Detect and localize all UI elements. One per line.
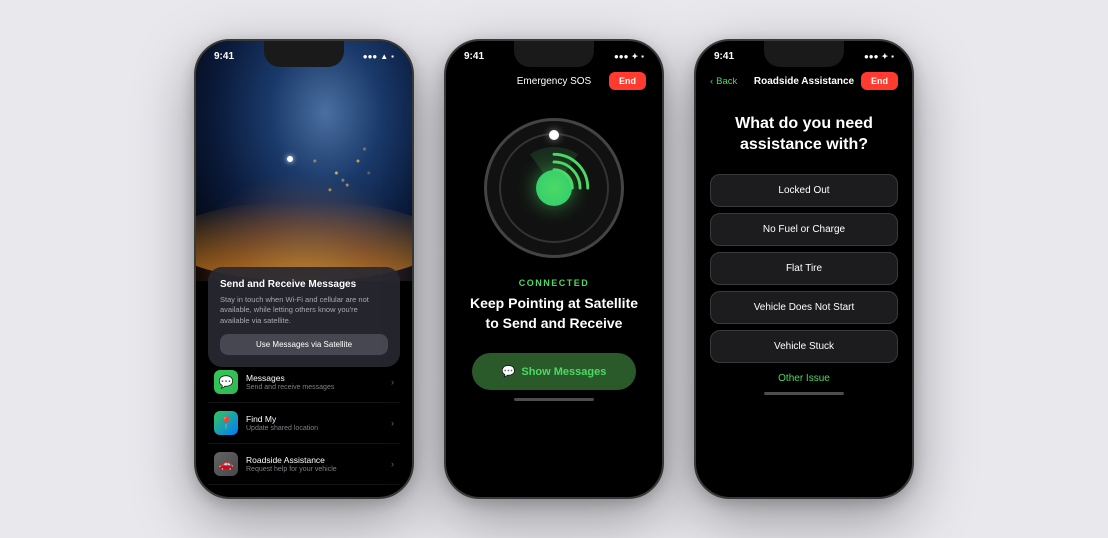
back-button[interactable]: ‹ Back [710, 76, 737, 87]
messages-app-icon: 💬 [214, 370, 238, 394]
message-bubble-icon: 💬 [502, 365, 516, 378]
other-issue-link[interactable]: Other Issue [696, 373, 912, 384]
phone-1: 9:41 ●●● ▲ ▪ Send and Receive Messages S… [194, 39, 414, 499]
list-item-findmy[interactable]: 📍 Find My Update shared location › [208, 403, 400, 444]
phone2-status-icons: ●●● ✦ ▪ [614, 52, 644, 61]
battery-icon: ▪ [891, 52, 894, 61]
phone2-header-title: Emergency SOS [517, 76, 591, 87]
phone2-status-bar: 9:41 ●●● ✦ ▪ [446, 41, 662, 66]
phone2-time: 9:41 [464, 51, 484, 62]
phone3-status-bar: 9:41 ●●● ✦ ▪ [696, 41, 912, 66]
phone3-screen: 9:41 ●●● ✦ ▪ ‹ Back Roadside Assistance … [696, 41, 912, 497]
home-indicator [514, 398, 594, 401]
wifi-icon: ▲ [380, 52, 388, 61]
chevron-right-icon: › [391, 418, 394, 428]
assistance-question: What do you need assistance with? [696, 98, 912, 174]
findmy-subtitle: Update shared location [246, 425, 391, 432]
roadside-title: Roadside Assistance [246, 455, 391, 465]
phone-2: 9:41 ●●● ✦ ▪ Emergency SOS End [444, 39, 664, 499]
chevron-left-icon: ‹ [710, 76, 713, 87]
roadside-subtitle: Request help for your vehicle [246, 466, 391, 473]
findmy-app-icon: 📍 [214, 411, 238, 435]
phone1-app-list: 💬 Messages Send and receive messages › 📍… [208, 362, 400, 485]
phone3-header: ‹ Back Roadside Assistance End [696, 66, 912, 98]
assistance-options-list: Locked Out No Fuel or Charge Flat Tire V… [696, 174, 912, 363]
list-item-messages[interactable]: 💬 Messages Send and receive messages › [208, 362, 400, 403]
signal-icon: ●●● [864, 52, 879, 61]
keep-pointing-instruction: Keep Pointing at Satelliteto Send and Re… [446, 294, 662, 333]
phone2-screen: 9:41 ●●● ✦ ▪ Emergency SOS End [446, 41, 662, 497]
end-button[interactable]: End [609, 72, 646, 90]
phone3-status-icons: ●●● ✦ ▪ [864, 52, 894, 61]
option-vehicle-stuck[interactable]: Vehicle Stuck [710, 330, 898, 363]
home-indicator [764, 392, 844, 395]
phone1-time: 9:41 [214, 51, 234, 62]
battery-icon: ▪ [391, 52, 394, 61]
show-messages-button[interactable]: 💬 Show Messages [472, 353, 637, 390]
satellite-messages-card: Send and Receive Messages Stay in touch … [208, 267, 400, 368]
signal-arc [501, 135, 607, 241]
satellite-position-dot [287, 156, 293, 162]
show-messages-label: Show Messages [521, 366, 606, 378]
satellite-signal-icon: ✦ [631, 52, 638, 61]
option-flat-tire[interactable]: Flat Tire [710, 252, 898, 285]
roadside-app-icon: 🚗 [214, 452, 238, 476]
chevron-right-icon: › [391, 459, 394, 469]
satellite-top-dot [549, 130, 559, 140]
messages-title: Messages [246, 373, 391, 383]
signal-icon: ●●● [614, 52, 629, 61]
option-no-fuel[interactable]: No Fuel or Charge [710, 213, 898, 246]
satellite-signal-icon: ✦ [881, 52, 888, 61]
phone1-screen: 9:41 ●●● ▲ ▪ Send and Receive Messages S… [196, 41, 412, 497]
phone3-time: 9:41 [714, 51, 734, 62]
phone2-header: Emergency SOS End [446, 66, 662, 98]
use-messages-satellite-button[interactable]: Use Messages via Satellite [220, 334, 388, 355]
roadside-list-text: Roadside Assistance Request help for you… [246, 455, 391, 473]
chevron-right-icon: › [391, 377, 394, 387]
phone1-status-bar: 9:41 ●●● ▲ ▪ [196, 41, 412, 66]
phone3-header-title: Roadside Assistance [754, 76, 854, 87]
signal-icon: ●●● [363, 52, 378, 61]
phone1-status-icons: ●●● ▲ ▪ [363, 52, 394, 61]
option-no-start[interactable]: Vehicle Does Not Start [710, 291, 898, 324]
compass-outer-ring [484, 118, 624, 258]
messages-list-text: Messages Send and receive messages [246, 373, 391, 391]
end-button[interactable]: End [861, 72, 898, 90]
findmy-title: Find My [246, 414, 391, 424]
option-locked-out[interactable]: Locked Out [710, 174, 898, 207]
card-title: Send and Receive Messages [220, 279, 388, 290]
back-label: Back [716, 76, 737, 87]
connected-label: CONNECTED [446, 278, 662, 288]
messages-subtitle: Send and receive messages [246, 384, 391, 391]
compass-inner-ring [499, 133, 609, 243]
phone-3: 9:41 ●●● ✦ ▪ ‹ Back Roadside Assistance … [694, 39, 914, 499]
battery-icon: ▪ [641, 52, 644, 61]
list-item-roadside[interactable]: 🚗 Roadside Assistance Request help for y… [208, 444, 400, 485]
findmy-list-text: Find My Update shared location [246, 414, 391, 432]
earth-background [196, 41, 412, 281]
city-lights [196, 41, 412, 281]
satellite-compass [446, 118, 662, 258]
card-description: Stay in touch when Wi-Fi and cellular ar… [220, 295, 388, 327]
